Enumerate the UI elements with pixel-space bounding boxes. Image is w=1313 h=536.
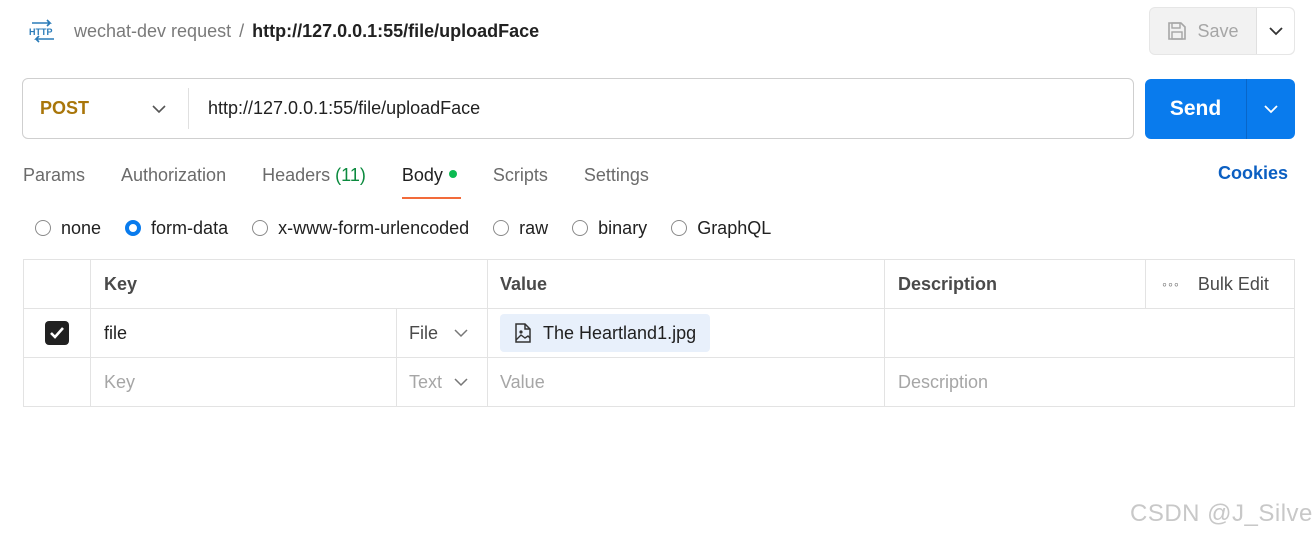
save-label: Save [1197, 20, 1239, 41]
radio-binary[interactable]: binary [572, 218, 647, 239]
url-input[interactable] [189, 79, 1133, 138]
column-header-description: Description [885, 260, 1146, 308]
save-icon [1168, 22, 1187, 40]
method-label: POST [40, 98, 90, 118]
table-header-row: Key Value Description ◦◦◦ Bulk Edit [24, 260, 1294, 309]
column-header-value: Value [488, 260, 885, 308]
radio-form-data[interactable]: form-data [125, 218, 228, 239]
send-button-group: Send [1145, 79, 1295, 139]
radio-none[interactable]: none [35, 218, 101, 239]
breadcrumb: wechat-dev request / http://127.0.0.1:55/f… [74, 20, 539, 42]
chevron-down-icon [454, 329, 468, 338]
save-button[interactable]: Save [1150, 8, 1257, 54]
tab-scripts[interactable]: Scripts [493, 160, 548, 200]
type-label: File [409, 322, 439, 343]
type-select[interactable]: Text [397, 358, 488, 406]
file-name: The Heartland1.jpg [543, 322, 697, 343]
type-select[interactable]: File [397, 309, 488, 357]
more-options-icon[interactable]: ◦◦◦ [1162, 276, 1180, 292]
headers-count: (11) [335, 165, 366, 185]
radio-label: form-data [151, 217, 229, 238]
value-field[interactable]: The Heartland1.jpg [488, 309, 885, 357]
key-field[interactable]: file [91, 309, 397, 357]
bulk-edit-cell: ◦◦◦ Bulk Edit [1146, 260, 1294, 308]
row-check-cell [24, 309, 91, 357]
radio-button[interactable] [35, 220, 51, 236]
radio-label: binary [598, 217, 648, 238]
row-enabled-checkbox[interactable] [45, 321, 69, 345]
tab-settings[interactable]: Settings [584, 160, 649, 200]
send-button[interactable]: Send [1145, 79, 1247, 139]
type-label: Text [409, 371, 443, 392]
cookies-link[interactable]: Cookies [1218, 163, 1288, 184]
radio-x-www-form-urlencoded[interactable]: x-www-form-urlencoded [252, 218, 469, 239]
request-name[interactable]: http://127.0.0.1:55/file/uploadFace [252, 21, 539, 41]
watermark: CSDN @J_Silver [1130, 500, 1313, 527]
save-options-button[interactable] [1257, 8, 1294, 54]
column-header-key: Key [91, 260, 488, 308]
method-select[interactable]: POST [23, 88, 189, 129]
request-tabs: Params Authorization Headers (11) Body S… [23, 160, 685, 200]
svg-text:HTTP: HTTP [29, 27, 53, 37]
save-button-group: Save [1149, 7, 1295, 55]
key-input[interactable]: Key [91, 358, 397, 406]
radio-button[interactable] [671, 220, 688, 236]
radio-label: raw [519, 217, 549, 238]
description-field[interactable] [885, 309, 1294, 357]
breadcrumb-collection[interactable]: wechat-dev request [74, 21, 231, 41]
tab-headers[interactable]: Headers (11) [262, 160, 366, 200]
tab-body[interactable]: Body [401, 160, 461, 200]
chevron-down-icon [152, 104, 166, 113]
radio-label: GraphQL [697, 217, 772, 238]
radio-raw[interactable]: raw [493, 218, 548, 239]
header-check-cell [24, 260, 91, 308]
value-input[interactable]: Value [488, 358, 885, 406]
radio-label: x-www-form-urlencoded [278, 217, 470, 238]
tab-body-label: Body [401, 165, 443, 185]
request-header: HTTP wechat-dev request / http://127.0.0.1… [0, 0, 1313, 62]
description-input[interactable]: Description [885, 358, 1294, 406]
send-options-button[interactable] [1247, 79, 1295, 139]
radio-button[interactable] [493, 220, 510, 236]
radio-graphql[interactable]: GraphQL [671, 218, 771, 239]
table-row-new: Key Text Value Description [24, 358, 1294, 406]
http-icon: HTTP [29, 19, 54, 43]
table-row: file File The Heartland1.jpg [24, 309, 1294, 358]
chevron-down-icon [1268, 27, 1283, 36]
radio-button[interactable] [125, 220, 142, 236]
form-data-table: Key Value Description ◦◦◦ Bulk Edit file… [23, 259, 1295, 407]
body-type-selector: none form-data x-www-form-urlencoded raw… [35, 216, 795, 240]
image-file-icon [515, 323, 531, 343]
radio-label: none [61, 217, 102, 238]
checkmark-icon [50, 327, 64, 339]
chevron-down-icon [1264, 105, 1278, 114]
tab-headers-label: Headers [262, 165, 331, 185]
breadcrumb-separator: / [239, 21, 245, 41]
radio-button[interactable] [572, 220, 589, 236]
tab-authorization[interactable]: Authorization [121, 160, 226, 200]
radio-button[interactable] [252, 220, 269, 236]
body-active-dot [448, 170, 457, 178]
chevron-down-icon [454, 378, 468, 387]
bulk-edit-button[interactable]: Bulk Edit [1198, 274, 1269, 295]
file-chip[interactable]: The Heartland1.jpg [500, 314, 711, 352]
row-check-cell [24, 358, 91, 406]
url-bar: POST [22, 78, 1134, 139]
tab-params[interactable]: Params [23, 160, 85, 200]
